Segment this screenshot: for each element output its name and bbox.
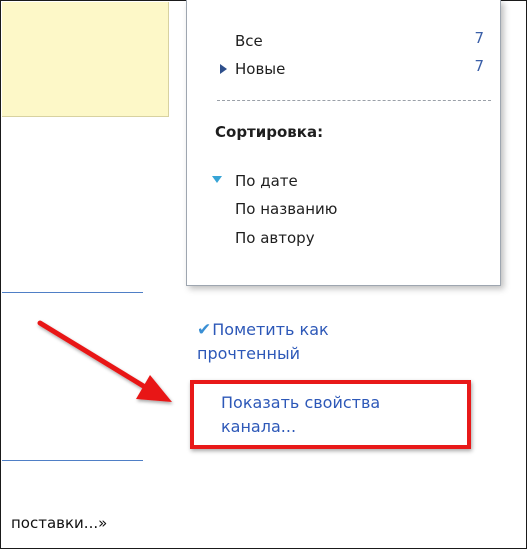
pointer-arrow-icon bbox=[37, 320, 172, 402]
